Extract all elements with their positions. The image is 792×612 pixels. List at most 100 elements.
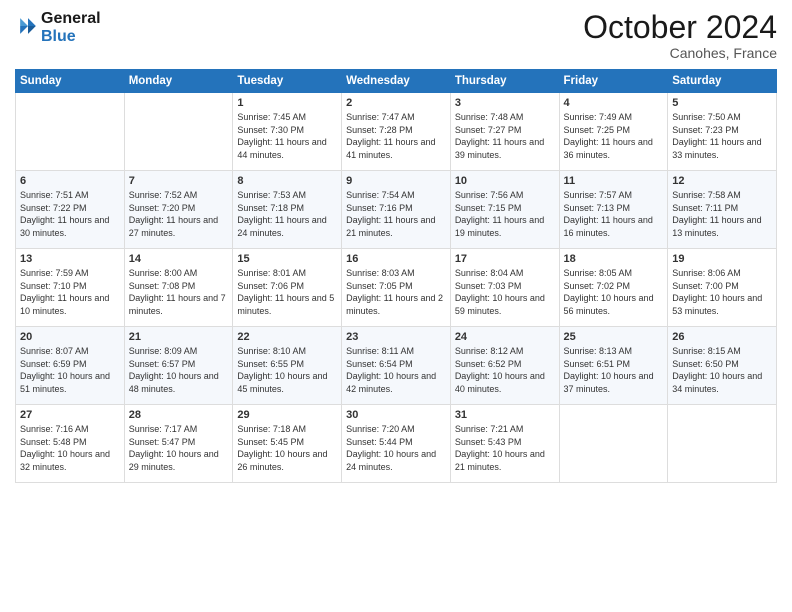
table-cell: 6 Sunrise: 7:51 AMSunset: 7:22 PMDaylight…	[16, 171, 125, 249]
table-cell	[16, 93, 125, 171]
day-number: 16	[346, 253, 446, 265]
table-cell: 7 Sunrise: 7:52 AMSunset: 7:20 PMDaylight…	[124, 171, 233, 249]
day-info: Sunrise: 7:52 AMSunset: 7:20 PMDaylight:…	[129, 189, 229, 239]
logo-icon	[17, 15, 39, 37]
day-info: Sunrise: 8:05 AMSunset: 7:02 PMDaylight:…	[564, 267, 664, 317]
table-cell: 25 Sunrise: 8:13 AMSunset: 6:51 PMDayligh…	[559, 327, 668, 405]
table-cell: 20Sunrise: 8:07 AMSunset: 6:59 PMDayligh…	[16, 327, 125, 405]
weekday-header-row: Sunday Monday Tuesday Wednesday Thursday…	[16, 70, 777, 93]
day-info: Sunrise: 8:11 AMSunset: 6:54 PMDaylight:…	[346, 345, 446, 395]
day-number: 14	[129, 253, 229, 265]
day-number: 6	[20, 175, 120, 187]
header-tuesday: Tuesday	[233, 70, 342, 93]
day-number: 9	[346, 175, 446, 187]
table-cell: 21Sunrise: 8:09 AMSunset: 6:57 PMDayligh…	[124, 327, 233, 405]
day-info: Sunrise: 7:18 AMSunset: 5:45 PMDaylight:…	[237, 423, 337, 473]
day-number: 2	[346, 97, 446, 109]
table-cell	[559, 405, 668, 483]
table-cell: 28 Sunrise: 7:17 AMSunset: 5:47 PMDayligh…	[124, 405, 233, 483]
day-number: 25	[564, 331, 664, 343]
table-cell: 15 Sunrise: 8:01 AMSunset: 7:06 PMDayligh…	[233, 249, 342, 327]
table-cell: 4 Sunrise: 7:49 AMSunset: 7:25 PMDaylight…	[559, 93, 668, 171]
day-info: Sunrise: 8:13 AMSunset: 6:51 PMDaylight:…	[564, 345, 664, 395]
day-number: 15	[237, 253, 337, 265]
day-number: 12	[672, 175, 772, 187]
day-number: 19	[672, 253, 772, 265]
day-number: 26	[672, 331, 772, 343]
day-info: Sunrise: 7:57 AMSunset: 7:13 PMDaylight:…	[564, 189, 664, 239]
day-info: Sunrise: 7:17 AMSunset: 5:47 PMDaylight:…	[129, 423, 229, 473]
day-number: 17	[455, 253, 555, 265]
day-number: 4	[564, 97, 664, 109]
table-cell: 9 Sunrise: 7:54 AMSunset: 7:16 PMDaylight…	[342, 171, 451, 249]
calendar-week-row: 1Sunrise: 7:45 AMSunset: 7:30 PMDaylight…	[16, 93, 777, 171]
day-number: 31	[455, 409, 555, 421]
day-info: Sunrise: 7:54 AMSunset: 7:16 PMDaylight:…	[346, 189, 446, 239]
day-info: Sunrise: 8:12 AMSunset: 6:52 PMDaylight:…	[455, 345, 555, 395]
day-info: Sunrise: 8:10 AMSunset: 6:55 PMDaylight:…	[237, 345, 337, 395]
day-number: 8	[237, 175, 337, 187]
day-number: 27	[20, 409, 120, 421]
table-cell: 19 Sunrise: 8:06 AMSunset: 7:00 PMDayligh…	[668, 249, 777, 327]
calendar-week-row: 6 Sunrise: 7:51 AMSunset: 7:22 PMDaylight…	[16, 171, 777, 249]
day-info: Sunrise: 7:20 AMSunset: 5:44 PMDaylight:…	[346, 423, 446, 473]
day-number: 30	[346, 409, 446, 421]
day-info: Sunrise: 7:49 AMSunset: 7:25 PMDaylight:…	[564, 111, 664, 161]
table-cell: 29Sunrise: 7:18 AMSunset: 5:45 PMDayligh…	[233, 405, 342, 483]
table-cell: 14 Sunrise: 8:00 AMSunset: 7:08 PMDayligh…	[124, 249, 233, 327]
day-info: Sunrise: 8:04 AMSunset: 7:03 PMDaylight:…	[455, 267, 555, 317]
day-info: Sunrise: 7:56 AMSunset: 7:15 PMDaylight:…	[455, 189, 555, 239]
header-thursday: Thursday	[450, 70, 559, 93]
calendar-week-row: 27 Sunrise: 7:16 AMSunset: 5:48 PMDayligh…	[16, 405, 777, 483]
day-info: Sunrise: 8:00 AMSunset: 7:08 PMDaylight:…	[129, 267, 229, 317]
day-info: Sunrise: 7:45 AMSunset: 7:30 PMDaylight:…	[237, 111, 337, 161]
day-info: Sunrise: 7:50 AMSunset: 7:23 PMDaylight:…	[672, 111, 772, 161]
day-number: 22	[237, 331, 337, 343]
table-cell: 2 Sunrise: 7:47 AMSunset: 7:28 PMDaylight…	[342, 93, 451, 171]
day-number: 7	[129, 175, 229, 187]
day-info: Sunrise: 7:16 AMSunset: 5:48 PMDaylight:…	[20, 423, 120, 473]
logo-blue: Blue	[41, 28, 101, 46]
table-cell: 8Sunrise: 7:53 AMSunset: 7:18 PMDaylight…	[233, 171, 342, 249]
table-cell: 26Sunrise: 8:15 AMSunset: 6:50 PMDayligh…	[668, 327, 777, 405]
table-cell: 17 Sunrise: 8:04 AMSunset: 7:03 PMDayligh…	[450, 249, 559, 327]
day-number: 3	[455, 97, 555, 109]
day-info: Sunrise: 8:03 AMSunset: 7:05 PMDaylight:…	[346, 267, 446, 317]
logo: General Blue	[15, 10, 101, 46]
table-cell	[668, 405, 777, 483]
month-title: October 2024	[583, 10, 777, 45]
day-info: Sunrise: 7:21 AMSunset: 5:43 PMDaylight:…	[455, 423, 555, 473]
header-wednesday: Wednesday	[342, 70, 451, 93]
header-saturday: Saturday	[668, 70, 777, 93]
table-cell	[124, 93, 233, 171]
table-cell: 22 Sunrise: 8:10 AMSunset: 6:55 PMDayligh…	[233, 327, 342, 405]
calendar-table: Sunday Monday Tuesday Wednesday Thursday…	[15, 69, 777, 483]
day-number: 23	[346, 331, 446, 343]
day-number: 10	[455, 175, 555, 187]
table-cell: 27 Sunrise: 7:16 AMSunset: 5:48 PMDayligh…	[16, 405, 125, 483]
header: General Blue October 2024 Canohes, Franc…	[15, 10, 777, 61]
day-number: 5	[672, 97, 772, 109]
table-cell: 3Sunrise: 7:48 AMSunset: 7:27 PMDaylight…	[450, 93, 559, 171]
header-monday: Monday	[124, 70, 233, 93]
table-cell: 16 Sunrise: 8:03 AMSunset: 7:05 PMDayligh…	[342, 249, 451, 327]
table-cell: 31 Sunrise: 7:21 AMSunset: 5:43 PMDayligh…	[450, 405, 559, 483]
header-friday: Friday	[559, 70, 668, 93]
table-cell: 18 Sunrise: 8:05 AMSunset: 7:02 PMDayligh…	[559, 249, 668, 327]
day-info: Sunrise: 8:09 AMSunset: 6:57 PMDaylight:…	[129, 345, 229, 395]
day-info: Sunrise: 7:47 AMSunset: 7:28 PMDaylight:…	[346, 111, 446, 161]
table-cell: 11 Sunrise: 7:57 AMSunset: 7:13 PMDayligh…	[559, 171, 668, 249]
day-info: Sunrise: 7:51 AMSunset: 7:22 PMDaylight:…	[20, 189, 120, 239]
day-number: 20	[20, 331, 120, 343]
day-info: Sunrise: 8:01 AMSunset: 7:06 PMDaylight:…	[237, 267, 337, 317]
day-number: 28	[129, 409, 229, 421]
page: General Blue October 2024 Canohes, Franc…	[0, 0, 792, 612]
table-cell: 23 Sunrise: 8:11 AMSunset: 6:54 PMDayligh…	[342, 327, 451, 405]
day-number: 24	[455, 331, 555, 343]
calendar-week-row: 20Sunrise: 8:07 AMSunset: 6:59 PMDayligh…	[16, 327, 777, 405]
day-info: Sunrise: 8:06 AMSunset: 7:00 PMDaylight:…	[672, 267, 772, 317]
day-info: Sunrise: 7:58 AMSunset: 7:11 PMDaylight:…	[672, 189, 772, 239]
day-number: 11	[564, 175, 664, 187]
table-cell: 13Sunrise: 7:59 AMSunset: 7:10 PMDayligh…	[16, 249, 125, 327]
day-number: 18	[564, 253, 664, 265]
